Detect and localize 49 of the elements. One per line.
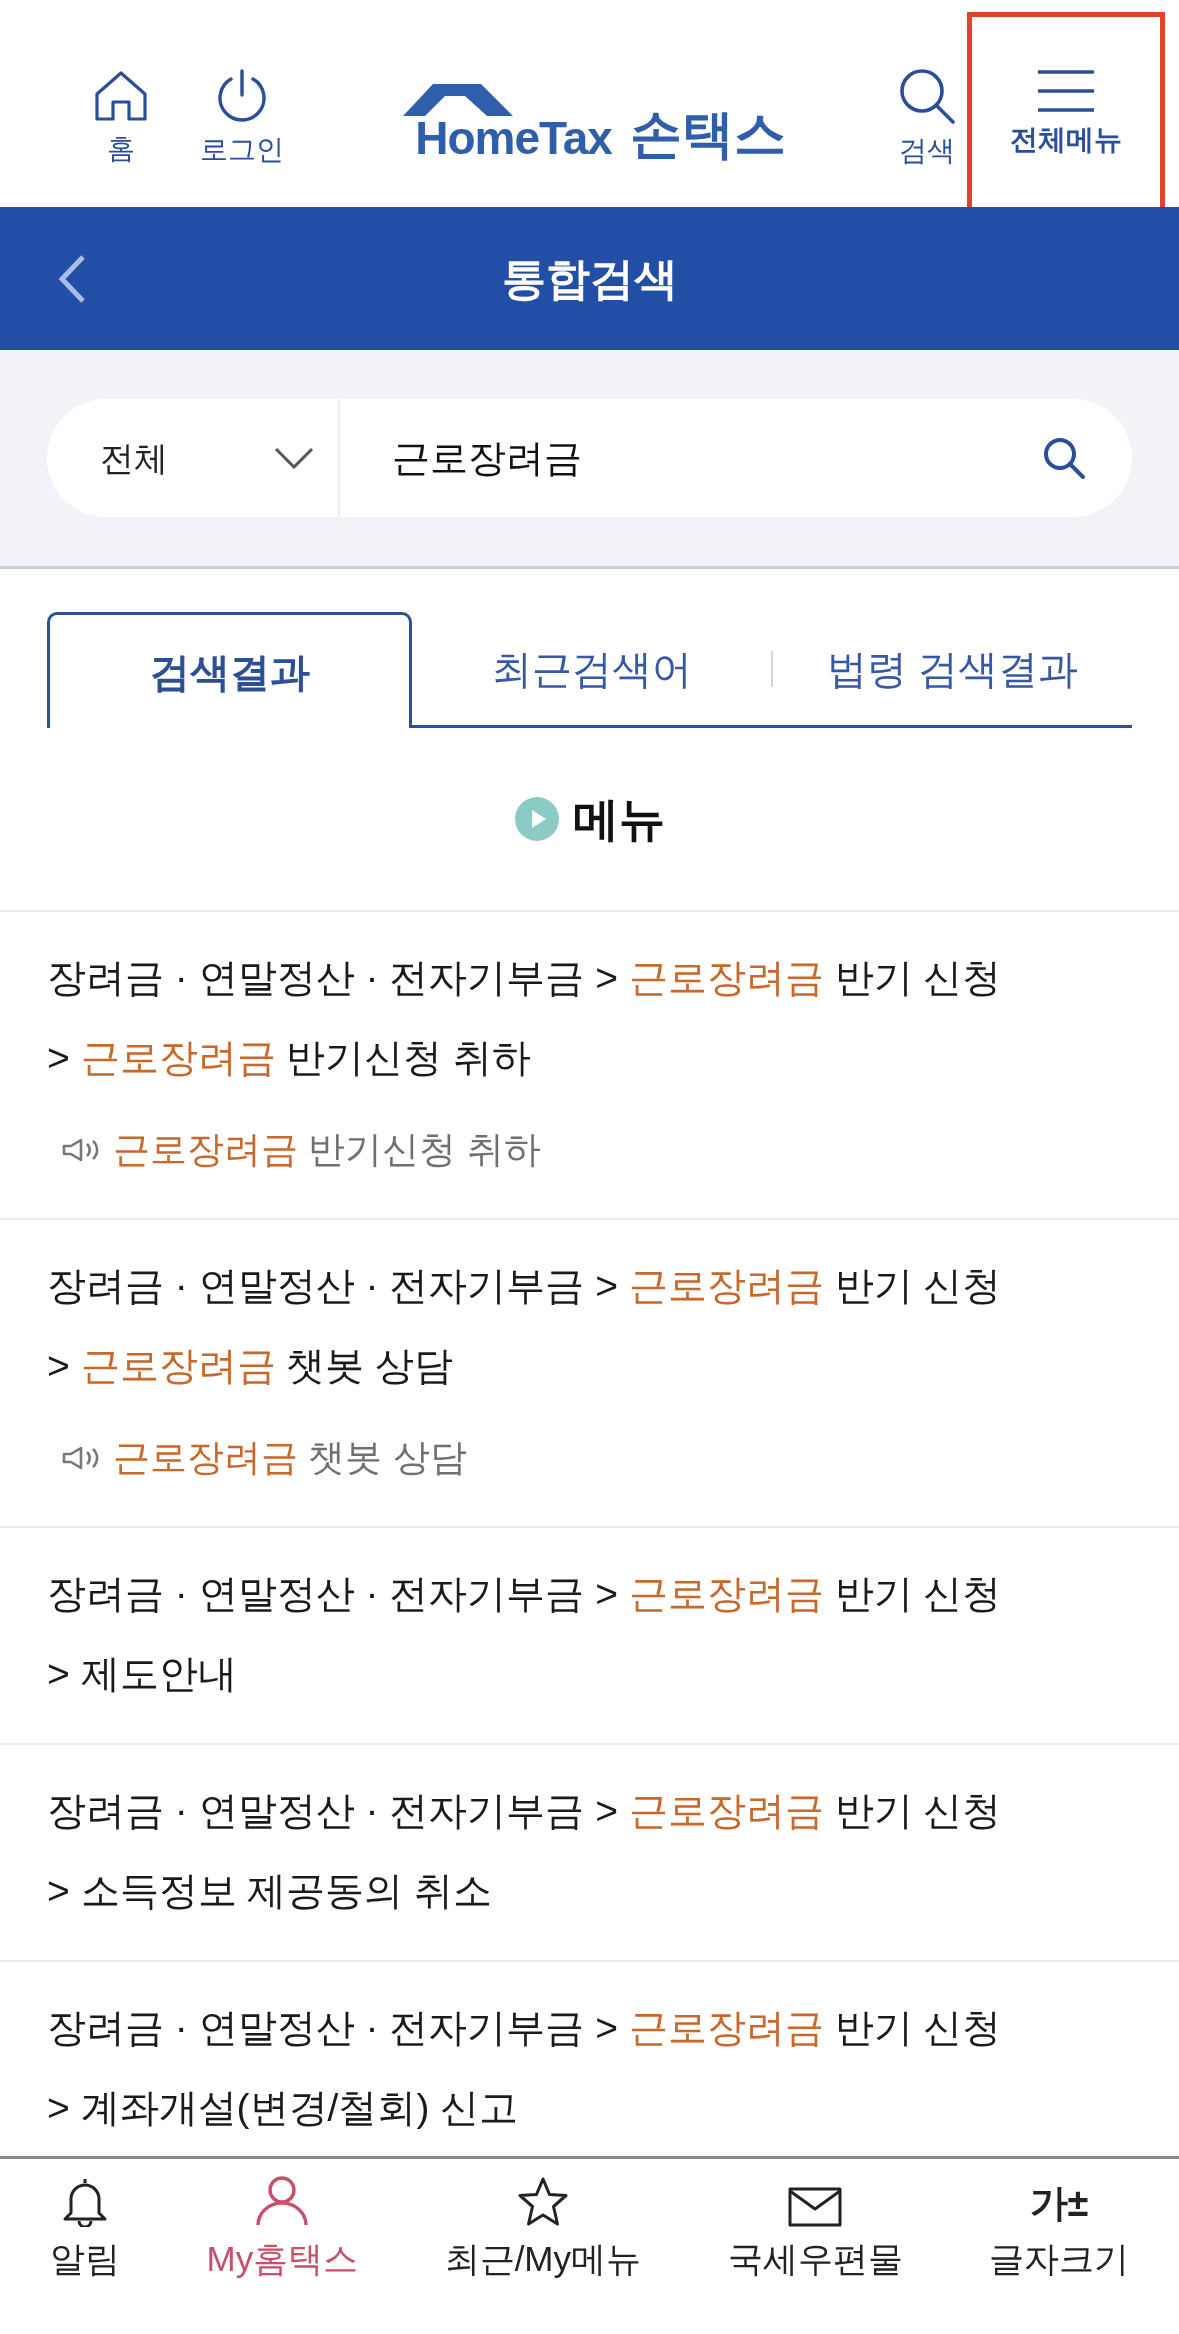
- speech-text: 근로장려금 반기신청 취하: [113, 1128, 541, 1173]
- speaker-icon: [61, 1445, 101, 1471]
- section-title: 메뉴: [572, 791, 665, 847]
- hometax-logo[interactable]: HomeTax 손택스: [403, 82, 786, 160]
- menu-path-text: > 소득정보 제공동의 취소: [47, 1868, 494, 1914]
- menu-path-text: > 근로장려금 챗봇 상담: [47, 1343, 455, 1389]
- menu-path-text: > 계좌개설(변경/철회) 신고: [47, 2085, 520, 2131]
- home-icon: [94, 70, 148, 122]
- scope-dropdown[interactable]: 전체: [47, 399, 340, 517]
- search-input[interactable]: 근로장려금: [340, 399, 1032, 517]
- roof-logo-icon: [403, 82, 514, 116]
- nav-item[interactable]: My홈택스: [206, 2173, 359, 2283]
- page-title: 통합검색: [500, 252, 679, 305]
- breadcrumb-text: 장려금 · 연말정산 · 전자기부금 > 근로장려금 반기 신청: [47, 1263, 1003, 1309]
- power-button[interactable]: 로그인: [194, 38, 290, 198]
- speech-text: 근로장려금 챗봇 상담: [113, 1436, 467, 1481]
- result-item[interactable]: 장려금 · 연말정산 · 전자기부금 > 근로장려금 반기 신청 > 소득정보 제공동의 취소: [0, 1743, 1179, 1960]
- envelope-icon: [788, 2187, 842, 2227]
- home-button[interactable]: 홈: [88, 38, 154, 198]
- search-icon: [899, 68, 955, 124]
- bell-icon: [61, 2177, 109, 2227]
- nav-item[interactable]: 최근/My메뉴: [444, 2173, 641, 2283]
- nav-item[interactable]: 알림: [50, 2173, 120, 2283]
- star-icon: [516, 2177, 569, 2227]
- result-item[interactable]: 장려금 · 연말정산 · 전자기부금 > 근로장려금 반기 신청 > 근로장려금 챗봇 상담 근로장려금 챗봇 상담: [0, 1218, 1179, 1526]
- breadcrumb-text: 장려금 · 연말정산 · 전자기부금 > 근로장려금 반기 신청: [47, 2005, 1003, 2051]
- search-icon: [1042, 436, 1086, 480]
- breadcrumb-text: 장려금 · 연말정산 · 전자기부금 > 근로장려금 반기 신청: [47, 955, 1003, 1001]
- power-icon: [215, 69, 269, 123]
- breadcrumb-text: 장려금 · 연말정산 · 전자기부금 > 근로장려금 반기 신청: [47, 1571, 1003, 1617]
- chevron-down-icon: [274, 447, 314, 469]
- play-circle-icon: [514, 797, 559, 841]
- back-chevron-icon: [58, 253, 86, 304]
- tab[interactable]: 법령 검색결과: [773, 612, 1132, 728]
- font-size-icon: 가±: [1029, 2179, 1089, 2227]
- result-item[interactable]: 장려금 · 연말정산 · 전자기부금 > 근로장려금 반기 신청 > 근로장려금 반기신청 취하 근로장려금 반기신청 취하: [0, 910, 1179, 1218]
- nav-item[interactable]: 국세우편물: [727, 2173, 903, 2283]
- menu-path-text: > 제도안내: [47, 1651, 238, 1697]
- tab[interactable]: 검색결과: [47, 612, 412, 728]
- menu-icon: [1036, 69, 1096, 113]
- search-bar[interactable]: 전체 근로장려금: [47, 399, 1132, 517]
- result-item[interactable]: 장려금 · 연말정산 · 전자기부금 > 근로장려금 반기 신청 > 제도안내: [0, 1526, 1179, 1743]
- tab[interactable]: 최근검색어: [412, 612, 771, 728]
- menu-path-text: > 근로장려금 반기신청 취하: [47, 1035, 533, 1081]
- breadcrumb-text: 장려금 · 연말정산 · 전자기부금 > 근로장려금 반기 신청: [47, 1788, 1003, 1834]
- person-icon: [255, 2175, 310, 2227]
- nav-item[interactable]: 가± 글자크기: [989, 2173, 1129, 2283]
- search-button[interactable]: 검색: [893, 38, 961, 198]
- speaker-icon: [61, 1137, 101, 1163]
